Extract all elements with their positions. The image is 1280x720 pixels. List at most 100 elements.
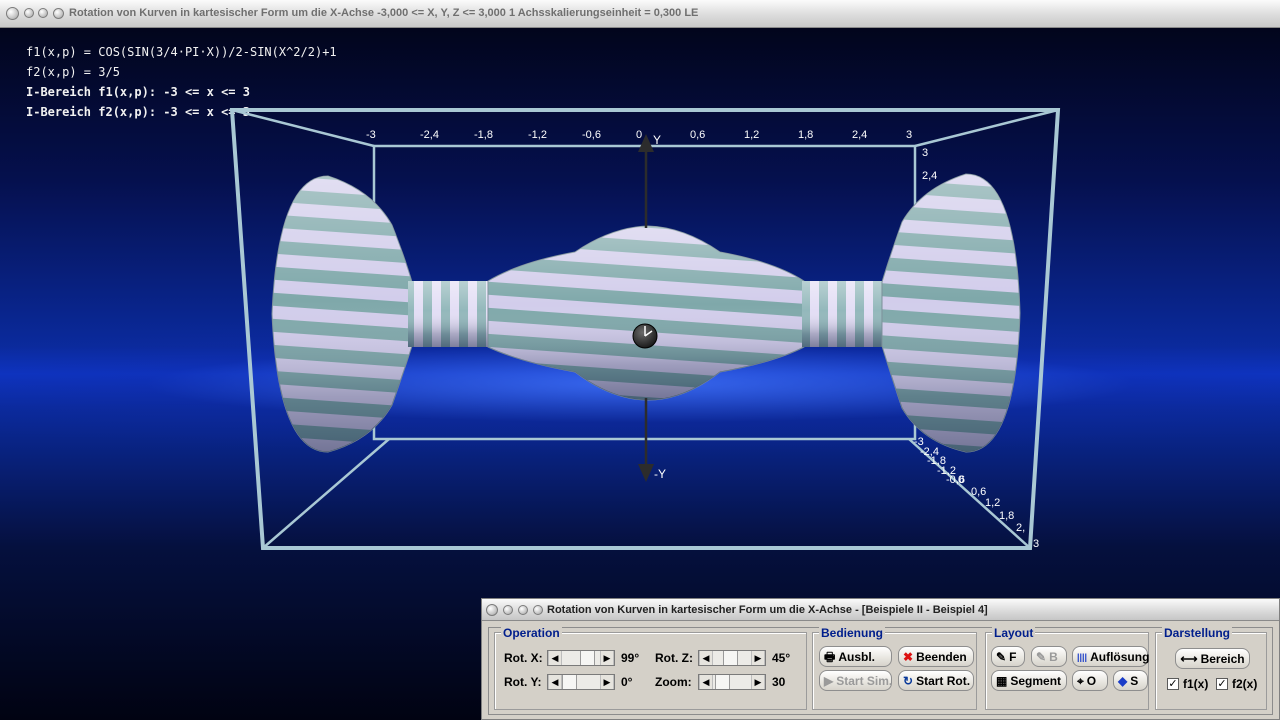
segment-button-label: Segment <box>1010 673 1062 688</box>
group-darstellung-label: Darstellung <box>1162 626 1233 640</box>
paint-icon: ✎ <box>996 649 1007 664</box>
scroll-right-arrow-icon[interactable]: ▶ <box>600 675 614 689</box>
axis-label-y: Y <box>653 133 661 147</box>
tick-label-diagonal: 0 <box>958 474 964 486</box>
group-layout-label: Layout <box>992 626 1036 640</box>
rot-x-slider[interactable]: ◀ ▶ <box>547 650 615 666</box>
rot-z-slider[interactable]: ◀ ▶ <box>698 650 766 666</box>
slider-thumb[interactable] <box>580 651 595 665</box>
tick-label-diagonal: 1,2 <box>985 497 1000 509</box>
f-button-label: F <box>1009 649 1017 664</box>
control-window: Rotation von Kurven in kartesischer Form… <box>481 598 1280 720</box>
main-window-title: Rotation von Kurven in kartesischer Form… <box>69 7 699 19</box>
scroll-right-arrow-icon[interactable]: ▶ <box>751 651 765 665</box>
window-close-button[interactable] <box>6 7 19 20</box>
close-x-icon: ✖ <box>903 649 914 664</box>
hide-icon: 🖶 <box>824 649 836 664</box>
scroll-left-arrow-icon[interactable]: ◀ <box>548 651 562 665</box>
start-rot-button-label: Start Rot. <box>916 673 971 688</box>
group-darstellung: Darstellung ⟷ Bereich ✓ f1(x) ✓ f2(x) <box>1155 626 1267 710</box>
tick-label-top: -3 <box>366 129 376 141</box>
beenden-button[interactable]: ✖ Beenden <box>898 646 974 667</box>
tick-label-top: 1,2 <box>744 129 759 141</box>
tick-label-top: -0,6 <box>582 129 601 141</box>
f2-checkbox[interactable]: ✓ <box>1216 678 1228 690</box>
rot-x-label: Rot. X: <box>504 651 543 665</box>
main-title-bar[interactable]: Rotation von Kurven in kartesischer Form… <box>0 0 1280 28</box>
tick-label-top: 3 <box>906 129 912 141</box>
slider-thumb[interactable] <box>562 675 577 689</box>
start-rot-button[interactable]: ↻ Start Rot. <box>898 670 974 691</box>
beenden-button-label: Beenden <box>916 649 967 664</box>
group-operation-label: Operation <box>501 626 562 640</box>
control-maximize-button[interactable] <box>518 605 528 615</box>
tick-label-diagonal: 3 <box>1033 538 1039 550</box>
start-sim-button-label: Start Sim. <box>836 673 893 688</box>
light-icon: ◆ <box>1118 673 1128 688</box>
slider-thumb[interactable] <box>715 675 730 689</box>
window-app-icon <box>53 8 64 19</box>
rotate-icon: ↻ <box>903 673 914 688</box>
f-button[interactable]: ✎ F <box>991 646 1025 667</box>
scroll-right-arrow-icon[interactable]: ▶ <box>751 675 765 689</box>
grid-icon: ▦ <box>996 673 1008 688</box>
zoom-slider[interactable]: ◀ ▶ <box>698 674 766 690</box>
f2-checkbox-label: f2(x) <box>1232 677 1258 691</box>
tick-label-top: -1,2 <box>528 129 547 141</box>
window-maximize-button[interactable] <box>38 8 48 18</box>
group-bedienung-label: Bedienung <box>819 626 885 640</box>
control-window-title: Rotation von Kurven in kartesischer Form… <box>547 604 988 616</box>
tick-label-top: 1,8 <box>798 129 813 141</box>
rot-y-slider[interactable]: ◀ ▶ <box>547 674 615 690</box>
rot-y-value: 0° <box>621 675 633 689</box>
tick-label-top: -2,4 <box>420 129 439 141</box>
o-button-label: O <box>1086 673 1097 688</box>
bereich-button[interactable]: ⟷ Bereich <box>1175 648 1250 669</box>
slider-thumb[interactable] <box>723 651 738 665</box>
control-window-title-bar[interactable]: Rotation von Kurven in kartesischer Form… <box>482 599 1279 621</box>
tick-label-right: 3 <box>922 147 928 159</box>
aufloesung-button-label: Auflösung <box>1090 649 1150 664</box>
bereich-button-label: Bereich <box>1200 651 1245 666</box>
ausbl-button[interactable]: 🖶 Ausbl. <box>819 646 892 667</box>
tick-label-top: 0,6 <box>690 129 705 141</box>
rot-x-value: 99° <box>621 651 640 665</box>
f1-checkbox-label: f1(x) <box>1183 677 1209 691</box>
start-sim-button[interactable]: ▶ Start Sim. <box>819 670 892 691</box>
tick-label-top: -1,8 <box>474 129 493 141</box>
resolution-icon: |||| <box>1077 651 1088 662</box>
tick-label-right: 2,4 <box>922 170 937 182</box>
crosshair-icon: ⌖ <box>1077 673 1084 688</box>
zoom-value: 30 <box>772 675 786 689</box>
tick-label-diagonal: 2, <box>1016 522 1025 534</box>
control-close-button[interactable] <box>486 604 498 616</box>
tick-label-diagonal: 0,6 <box>971 486 986 498</box>
play-icon: ▶ <box>824 673 834 688</box>
zoom-label: Zoom: <box>655 675 692 689</box>
aufloesung-button[interactable]: |||| Auflösung <box>1072 646 1150 667</box>
segment-button[interactable]: ▦ Segment <box>991 670 1067 691</box>
control-app-icon <box>533 605 543 615</box>
ausbl-button-label: Ausbl. <box>838 649 875 664</box>
brush-icon: ✎ <box>1036 649 1047 664</box>
s-button[interactable]: ◆ S <box>1113 670 1148 691</box>
scroll-left-arrow-icon[interactable]: ◀ <box>699 675 713 689</box>
axis-label-neg-y: -Y <box>654 467 666 481</box>
group-operation: Operation Rot. X: ◀ ▶ 99° Rot. Y: ◀ ▶ 0°… <box>494 626 807 710</box>
o-button[interactable]: ⌖ O <box>1072 670 1108 691</box>
rot-z-label: Rot. Z: <box>655 651 693 665</box>
tick-label-diagonal: 1,8 <box>999 510 1014 522</box>
f1-checkbox[interactable]: ✓ <box>1167 678 1179 690</box>
scroll-left-arrow-icon[interactable]: ◀ <box>699 651 713 665</box>
group-bedienung: Bedienung 🖶 Ausbl. ✖ Beenden ▶ Start Sim… <box>812 626 977 710</box>
rot-z-value: 45° <box>772 651 791 665</box>
b-button[interactable]: ✎ B <box>1031 646 1067 667</box>
s-button-label: S <box>1130 673 1139 688</box>
b-button-label: B <box>1049 649 1058 664</box>
control-minimize-button[interactable] <box>503 605 513 615</box>
scroll-right-arrow-icon[interactable]: ▶ <box>600 651 614 665</box>
tick-label-top: 0 <box>636 129 642 141</box>
range-icon: ⟷ <box>1180 651 1198 666</box>
scroll-left-arrow-icon[interactable]: ◀ <box>548 675 562 689</box>
window-minimize-button[interactable] <box>24 8 34 18</box>
